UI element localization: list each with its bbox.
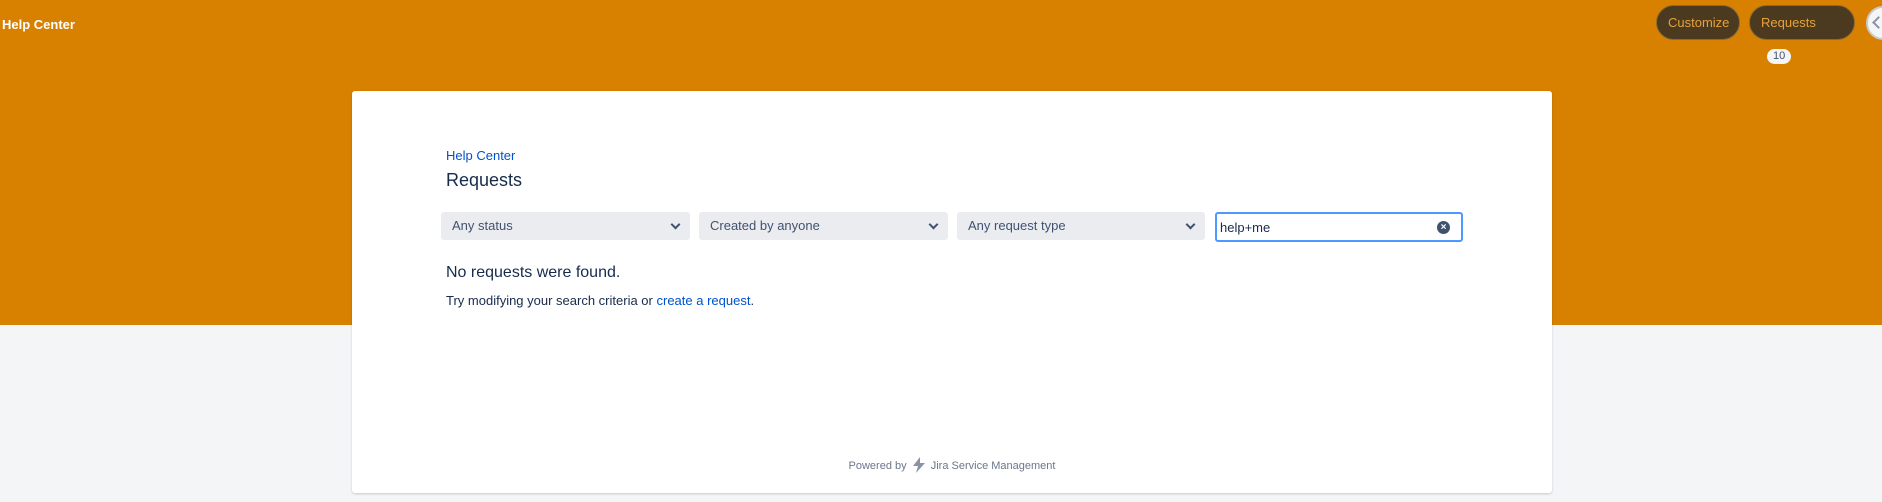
created-by-filter-value: Created by anyone bbox=[710, 218, 820, 233]
empty-hint-text: Try modifying your search criteria or bbox=[446, 293, 657, 308]
chevron-down-icon bbox=[1185, 219, 1196, 230]
top-bar: Help Center Customize Requests 10 bbox=[0, 0, 1882, 64]
request-type-filter-select[interactable]: Any request type bbox=[957, 212, 1205, 240]
empty-state-hint: Try modifying your search criteria or cr… bbox=[446, 293, 754, 308]
powered-by-footer: Powered by Jira Service Management bbox=[352, 457, 1552, 473]
requests-count-badge: 10 bbox=[1767, 49, 1792, 64]
customize-label: Customize bbox=[1668, 15, 1730, 30]
empty-state-title: No requests were found. bbox=[446, 264, 621, 281]
chevron-left-icon bbox=[1872, 16, 1882, 29]
create-request-link[interactable]: create a request bbox=[656, 293, 750, 308]
profile-avatar[interactable] bbox=[1866, 6, 1882, 40]
requests-button[interactable]: Requests 10 bbox=[1749, 5, 1855, 64]
created-by-filter-select[interactable]: Created by anyone bbox=[699, 212, 948, 240]
bolt-icon bbox=[912, 457, 925, 473]
customize-button[interactable]: Customize bbox=[1656, 5, 1740, 40]
chevron-down-icon bbox=[670, 219, 681, 230]
status-filter-value: Any status bbox=[452, 218, 513, 233]
page-title: Requests bbox=[446, 170, 523, 190]
chevron-down-icon bbox=[928, 219, 939, 230]
search-field: × bbox=[1215, 212, 1463, 242]
requests-card: Help Center Requests Any status Created … bbox=[352, 91, 1552, 493]
powered-by-label: Powered by bbox=[848, 460, 907, 472]
empty-hint-suffix: . bbox=[750, 293, 755, 308]
powered-by-product[interactable]: Jira Service Management bbox=[931, 460, 1056, 472]
search-input[interactable] bbox=[1217, 214, 1427, 240]
requests-label: Requests bbox=[1761, 15, 1816, 30]
request-type-filter-value: Any request type bbox=[968, 218, 1066, 233]
clear-search-icon[interactable]: × bbox=[1437, 221, 1450, 234]
status-filter-select[interactable]: Any status bbox=[441, 212, 690, 240]
breadcrumb-help-center[interactable]: Help Center bbox=[446, 148, 515, 163]
help-center-logo-text[interactable]: Help Center bbox=[2, 17, 75, 32]
